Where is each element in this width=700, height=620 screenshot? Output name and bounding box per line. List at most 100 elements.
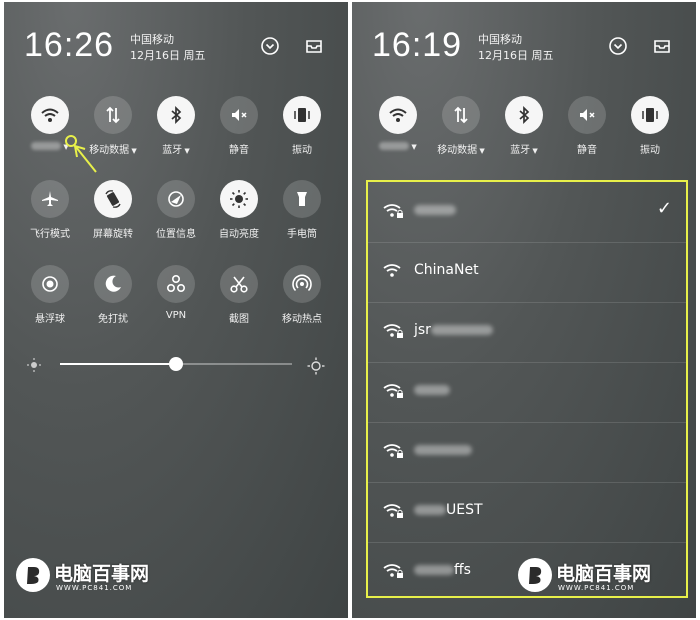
wifi-network-name xyxy=(414,202,456,218)
clock: 16:19 xyxy=(372,26,463,64)
bluetooth-icon xyxy=(171,105,182,125)
wifi-network-name xyxy=(414,382,450,398)
tile-toggle[interactable] xyxy=(157,180,195,218)
tile-toggle[interactable] xyxy=(31,265,69,303)
tile-label: 蓝牙 ▼ xyxy=(144,141,208,156)
collapse-chevron-icon[interactable] xyxy=(608,36,628,56)
wifi-locked-icon xyxy=(383,564,403,578)
tile-toggle[interactable] xyxy=(94,265,132,303)
wifi-network-row[interactable]: ChinaNet xyxy=(368,242,686,303)
watermark-badge-icon xyxy=(16,558,50,592)
watermark-url: WWW.PC841.COM xyxy=(558,584,635,592)
tile-toggle[interactable] xyxy=(94,96,132,134)
tile-toggle[interactable] xyxy=(220,180,258,218)
tile-label-text: 静音 xyxy=(577,145,597,156)
tile-caret-icon[interactable]: ▼ xyxy=(409,143,416,151)
quick-tile-airplane[interactable]: 飞行模式 xyxy=(18,180,82,240)
tile-label: 静音 xyxy=(555,141,619,156)
notification-tray-icon[interactable] xyxy=(652,36,672,56)
quick-tile-wifi[interactable]: ▼ xyxy=(366,96,430,152)
ssid-text: ChinaNet xyxy=(414,262,479,278)
location-icon xyxy=(168,191,184,207)
wifi-locked-icon xyxy=(383,324,403,338)
quick-tile-flashlight[interactable]: 手电筒 xyxy=(270,180,334,240)
tile-toggle[interactable] xyxy=(220,265,258,303)
mobile-data-icon xyxy=(106,106,120,124)
tile-label: 手电筒 xyxy=(270,225,334,240)
tile-label-text: 手电筒 xyxy=(287,229,317,240)
quick-tile-vibrate[interactable]: 振动 xyxy=(270,96,334,156)
tile-caret-icon[interactable]: ▼ xyxy=(129,147,136,155)
tile-label: 位置信息 xyxy=(144,225,208,240)
quick-tile-location[interactable]: 位置信息 xyxy=(144,180,208,240)
wifi-locked-icon xyxy=(383,504,403,518)
watermark-url: WWW.PC841.COM xyxy=(56,584,133,592)
blurred-ssid xyxy=(414,565,454,575)
tile-toggle[interactable] xyxy=(31,96,69,134)
clock: 16:26 xyxy=(24,26,115,64)
quick-tile-float-ball[interactable]: 悬浮球 xyxy=(18,265,82,325)
tile-toggle[interactable] xyxy=(220,96,258,134)
annotation-arrow xyxy=(65,135,97,173)
tile-label: 振动 xyxy=(270,141,334,156)
tile-label-text: 屏幕旋转 xyxy=(93,229,133,240)
wifi-icon xyxy=(389,108,407,122)
wifi-network-row[interactable] xyxy=(368,422,686,483)
tile-toggle[interactable] xyxy=(568,96,606,134)
tile-toggle[interactable] xyxy=(283,265,321,303)
tile-caret-icon[interactable]: ▼ xyxy=(530,147,537,155)
brightness-slider[interactable] xyxy=(60,357,292,371)
tile-label-text: 蓝牙 xyxy=(510,145,531,156)
quick-tile-rotate[interactable]: 屏幕旋转 xyxy=(81,180,145,240)
tile-label-text: 振动 xyxy=(292,145,312,156)
mute-icon xyxy=(580,109,595,121)
quick-tile-vpn[interactable]: VPN xyxy=(144,265,208,321)
quick-settings-panel-left: 16:26 中国移动 12月16日 周五 ▼ 移动数据 ▼ 蓝牙 ▼ 静音 振动 飞行模式… xyxy=(4,2,348,618)
wifi-locked-icon xyxy=(383,384,403,398)
tile-label-text: 截图 xyxy=(229,314,249,325)
tile-toggle[interactable] xyxy=(505,96,543,134)
tile-caret-icon[interactable]: ▼ xyxy=(182,147,189,155)
quick-tile-vibrate[interactable]: 振动 xyxy=(618,96,682,156)
tile-toggle[interactable] xyxy=(631,96,669,134)
tile-toggle[interactable] xyxy=(283,180,321,218)
brightness-slider-thumb[interactable] xyxy=(169,357,183,371)
rotate-icon xyxy=(105,190,121,208)
wifi-network-row[interactable] xyxy=(368,362,686,423)
tile-label: 屏幕旋转 xyxy=(81,225,145,240)
quick-tile-mobile-data[interactable]: 移动数据 ▼ xyxy=(429,96,493,156)
watermark-text: 电脑百事网 xyxy=(556,563,652,585)
wifi-icon xyxy=(41,108,59,122)
tile-label-text: 位置信息 xyxy=(156,229,196,240)
tile-toggle[interactable] xyxy=(442,96,480,134)
tile-toggle[interactable] xyxy=(157,265,195,303)
tile-label: 移动热点 xyxy=(270,310,334,325)
blurred-ssid xyxy=(414,445,472,455)
quick-tile-bluetooth[interactable]: 蓝牙 ▼ xyxy=(144,96,208,156)
quick-tile-mute[interactable]: 静音 xyxy=(555,96,619,156)
tile-toggle[interactable] xyxy=(157,96,195,134)
blurred-wifi-name xyxy=(379,142,410,150)
scissors-icon xyxy=(230,276,248,293)
tile-toggle[interactable] xyxy=(94,180,132,218)
tile-caret-icon[interactable]: ▼ xyxy=(477,147,484,155)
tile-label-text: 静音 xyxy=(229,145,249,156)
wifi-network-row[interactable]: UEST xyxy=(368,482,686,543)
wifi-network-row[interactable]: jsr xyxy=(368,302,686,363)
vibrate-icon xyxy=(294,108,310,122)
tile-toggle[interactable] xyxy=(283,96,321,134)
wifi-network-row[interactable]: ✓ xyxy=(368,182,686,243)
quick-tile-moon[interactable]: 免打扰 xyxy=(81,265,145,325)
brightness-high-icon xyxy=(307,357,325,375)
notification-tray-icon[interactable] xyxy=(304,36,324,56)
quick-tile-brightness[interactable]: 自动亮度 xyxy=(207,180,271,240)
tile-toggle[interactable] xyxy=(31,180,69,218)
watermark-text: 电脑百事网 xyxy=(54,563,150,585)
carrier-name: 中国移动 xyxy=(478,33,522,46)
tile-toggle[interactable] xyxy=(379,96,417,134)
quick-tile-hotspot[interactable]: 移动热点 xyxy=(270,265,334,325)
quick-tile-scissors[interactable]: 截图 xyxy=(207,265,271,325)
quick-tile-bluetooth[interactable]: 蓝牙 ▼ xyxy=(492,96,556,156)
quick-tile-mute[interactable]: 静音 xyxy=(207,96,271,156)
collapse-chevron-icon[interactable] xyxy=(260,36,280,56)
